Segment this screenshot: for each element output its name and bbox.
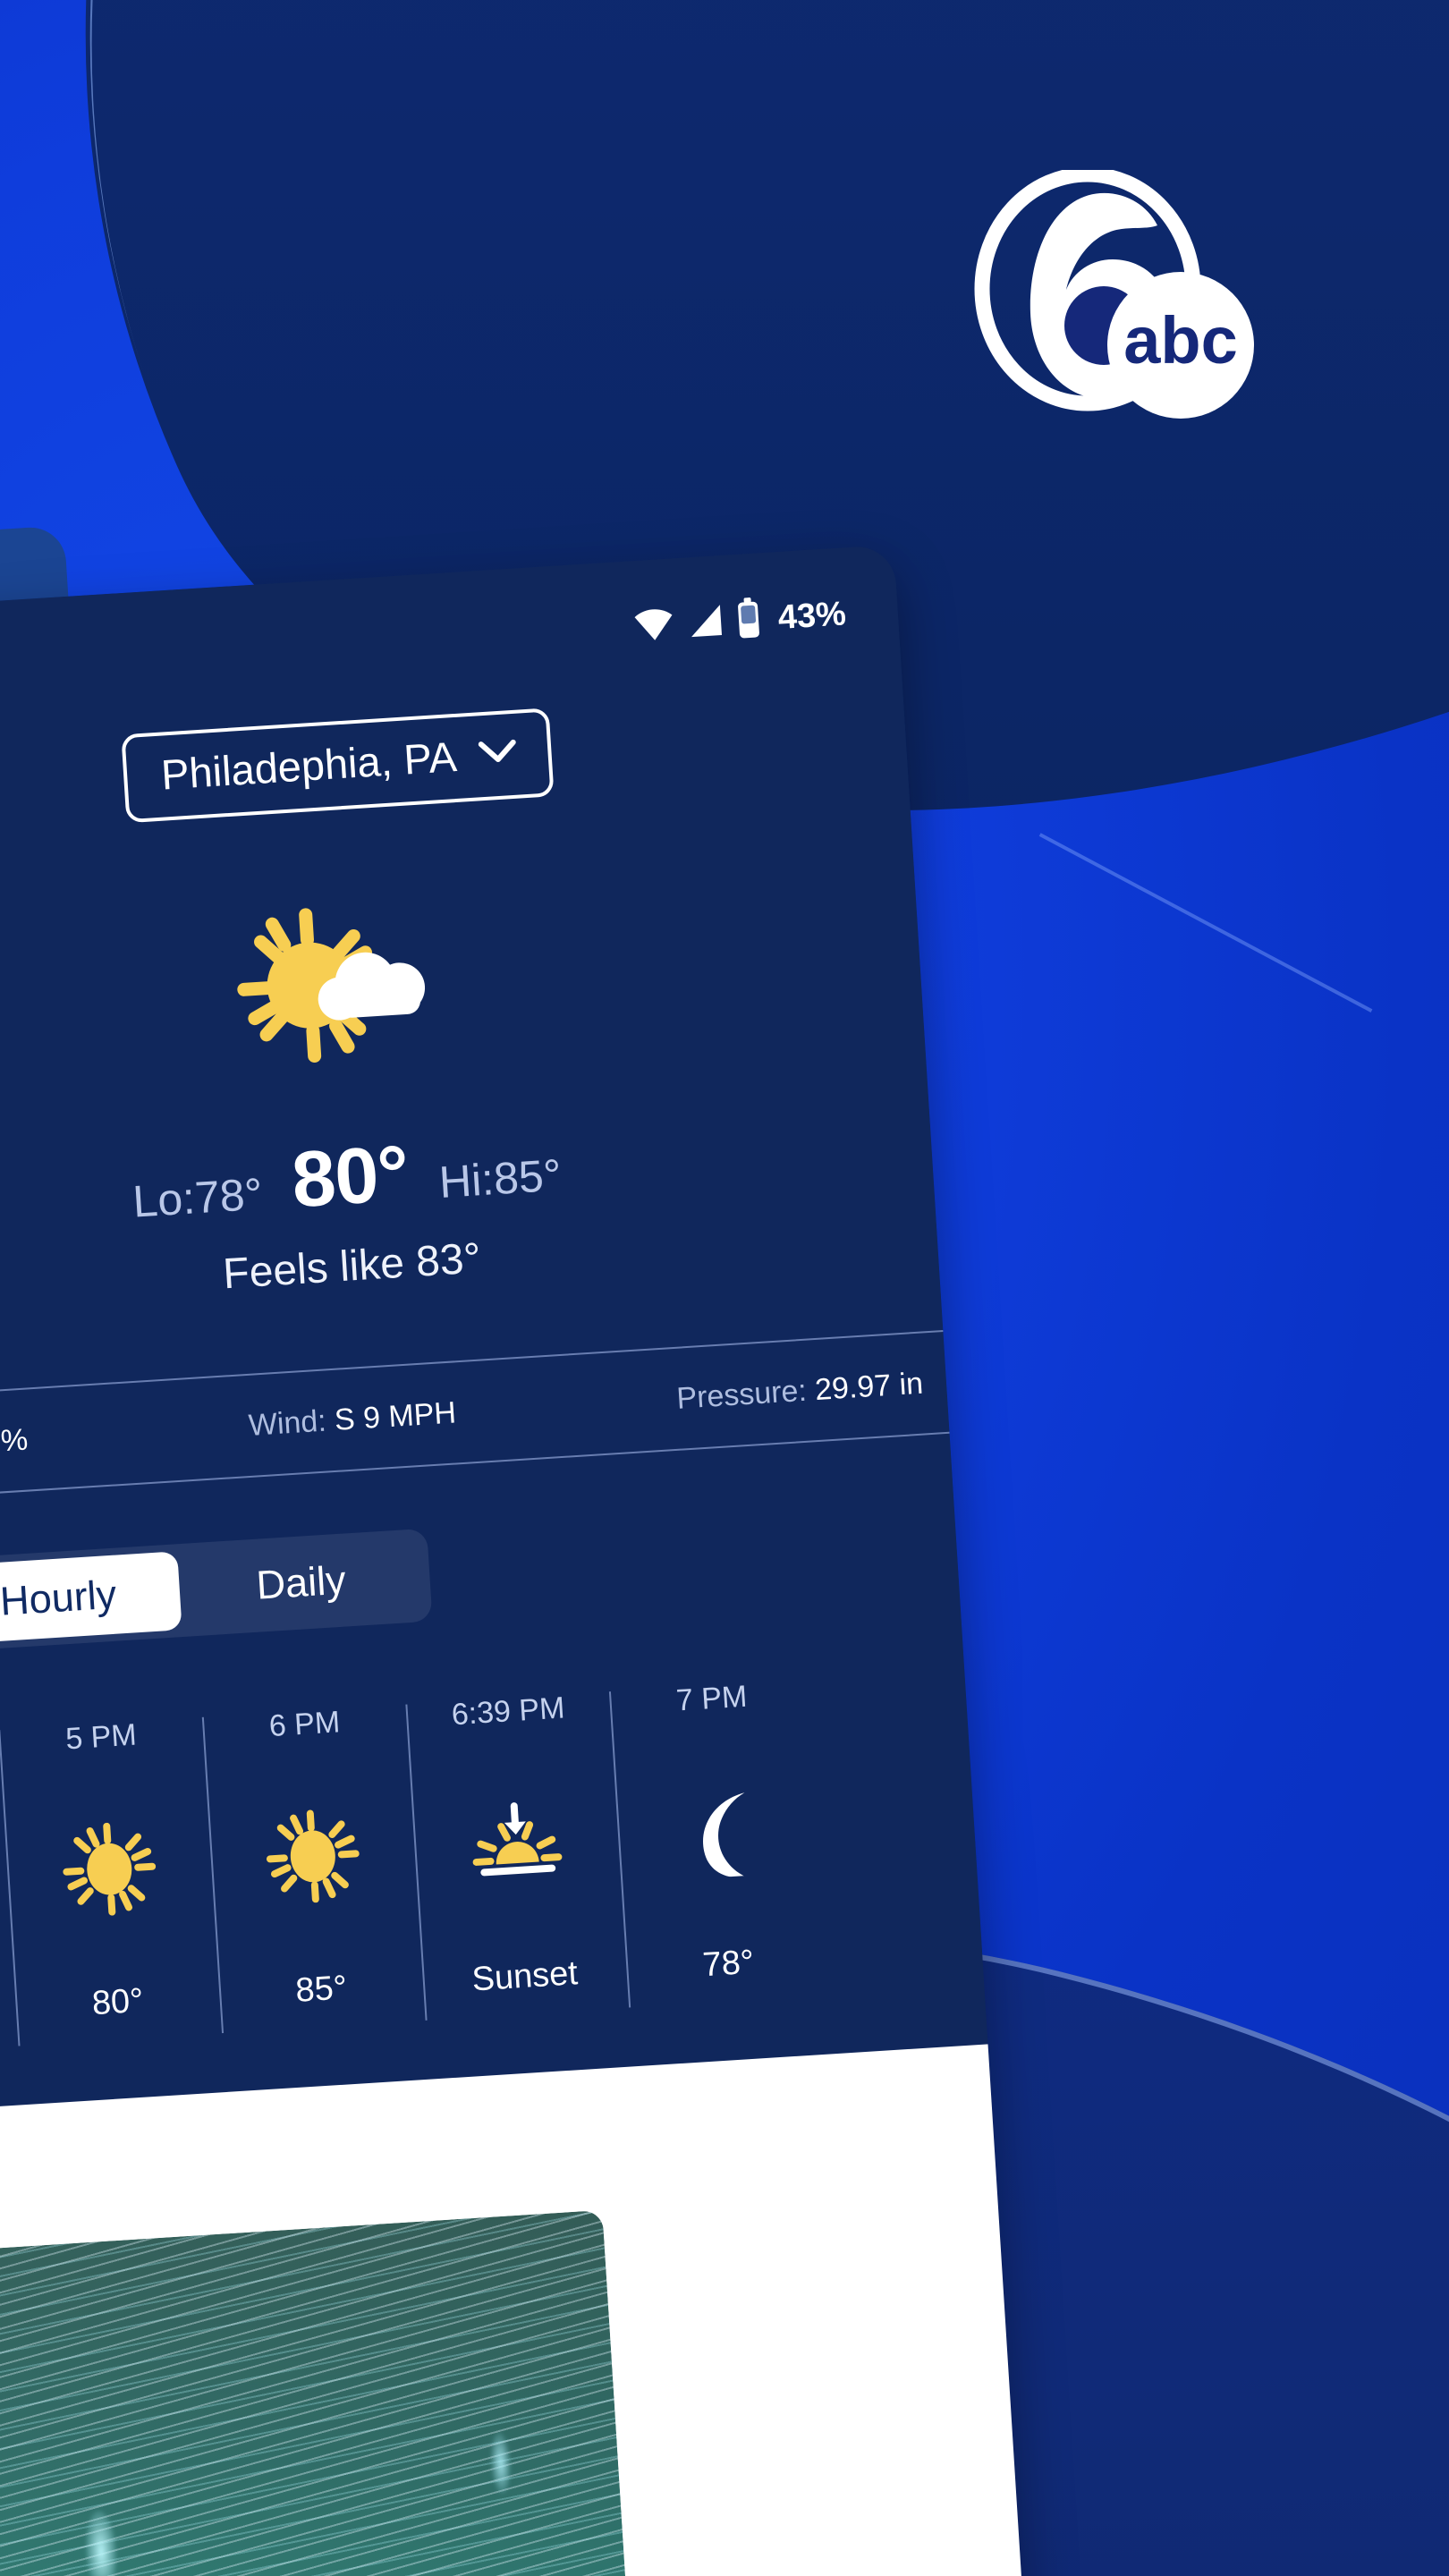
detail-humidity-value: 33%	[0, 1422, 30, 1461]
detail-humidity: Humidity: 33%	[0, 1422, 29, 1470]
detail-wind-value: S 9 MPH	[333, 1394, 458, 1437]
screen: abc 30	[0, 0, 1449, 2576]
hourly-item[interactable]: 6 PM 85°	[201, 1696, 426, 2039]
detail-pressure-label: Pressure:	[675, 1373, 808, 1416]
tab-hourly-label: Hourly	[0, 1571, 118, 1624]
city-name-label: Philadephia, PA	[159, 732, 459, 799]
sunset-icon	[467, 1794, 565, 1893]
sun-icon	[264, 1807, 362, 1905]
sun-icon	[60, 1820, 158, 1919]
hourly-temperature: Sunset	[470, 1954, 580, 1999]
wifi-icon	[632, 605, 676, 648]
detail-pressure-value: 29.97 in	[813, 1366, 925, 1407]
hourly-item[interactable]: 5 PM 80°	[0, 1708, 222, 2052]
battery-percent-label: 43%	[776, 594, 848, 637]
rain-highlight	[83, 2509, 120, 2576]
weather-app-card: 30	[0, 544, 1034, 2576]
cell-signal-icon	[686, 601, 726, 644]
hourly-temperature: 78°	[701, 1943, 756, 1985]
logo-abc-text: abc	[1123, 303, 1238, 377]
current-temperature: 80°	[289, 1128, 411, 1224]
status-bar: 30	[0, 582, 900, 713]
forecast-tab-group: Hourly Daily	[0, 1528, 433, 1653]
tab-hourly[interactable]: Hourly	[0, 1551, 182, 1646]
status-bar-icons: 43%	[632, 591, 848, 650]
tab-daily-label: Daily	[255, 1556, 348, 1608]
hourly-forecast-list[interactable]: Now	[0, 1658, 1021, 2064]
hourly-item[interactable]: 7 PM 78°	[608, 1670, 833, 2013]
6abc-logo: abc	[973, 166, 1268, 429]
sun-behind-cloud-icon	[226, 896, 442, 1079]
tab-daily[interactable]: Daily	[177, 1536, 425, 1630]
temperature-row: Lo:78° 80° Hi:85°	[129, 1118, 563, 1236]
feels-like-label: Feels like 83°	[221, 1234, 483, 1299]
background-hairline	[1038, 0, 1449, 1013]
detail-wind-label: Wind:	[247, 1403, 327, 1443]
hourly-temperature: 80°	[90, 1981, 145, 2023]
weather-video-thumbnail[interactable]	[0, 2209, 644, 2576]
high-temperature: Hi:85°	[437, 1149, 564, 1208]
hourly-temperature: 85°	[294, 1969, 349, 2010]
weather-details-strip: Humidity: 33% Wind: S 9 MPH Pressure: 29…	[0, 1329, 959, 1508]
city-selector-button[interactable]: Philadephia, PA	[121, 708, 555, 824]
hourly-time: 7 PM	[674, 1679, 749, 1718]
hourly-time: 6 PM	[267, 1705, 342, 1744]
detail-wind: Wind: S 9 MPH	[248, 1395, 457, 1444]
rain-highlight	[488, 2430, 513, 2496]
weather-app-screen: 30	[0, 544, 1034, 2576]
detail-pressure: Pressure: 29.97 in	[675, 1366, 924, 1416]
hourly-time: 5 PM	[64, 1717, 138, 1757]
current-conditions: Lo:78° 80° Hi:85° Feels like 83°	[0, 866, 938, 1327]
crescent-moon-icon	[671, 1782, 769, 1880]
hourly-time: 6:39 PM	[450, 1690, 566, 1733]
chevron-down-icon	[477, 738, 518, 770]
hourly-item[interactable]: 6:39 PM Sunset	[405, 1682, 630, 2026]
low-temperature: Lo:78°	[131, 1168, 265, 1227]
battery-icon	[735, 597, 761, 644]
